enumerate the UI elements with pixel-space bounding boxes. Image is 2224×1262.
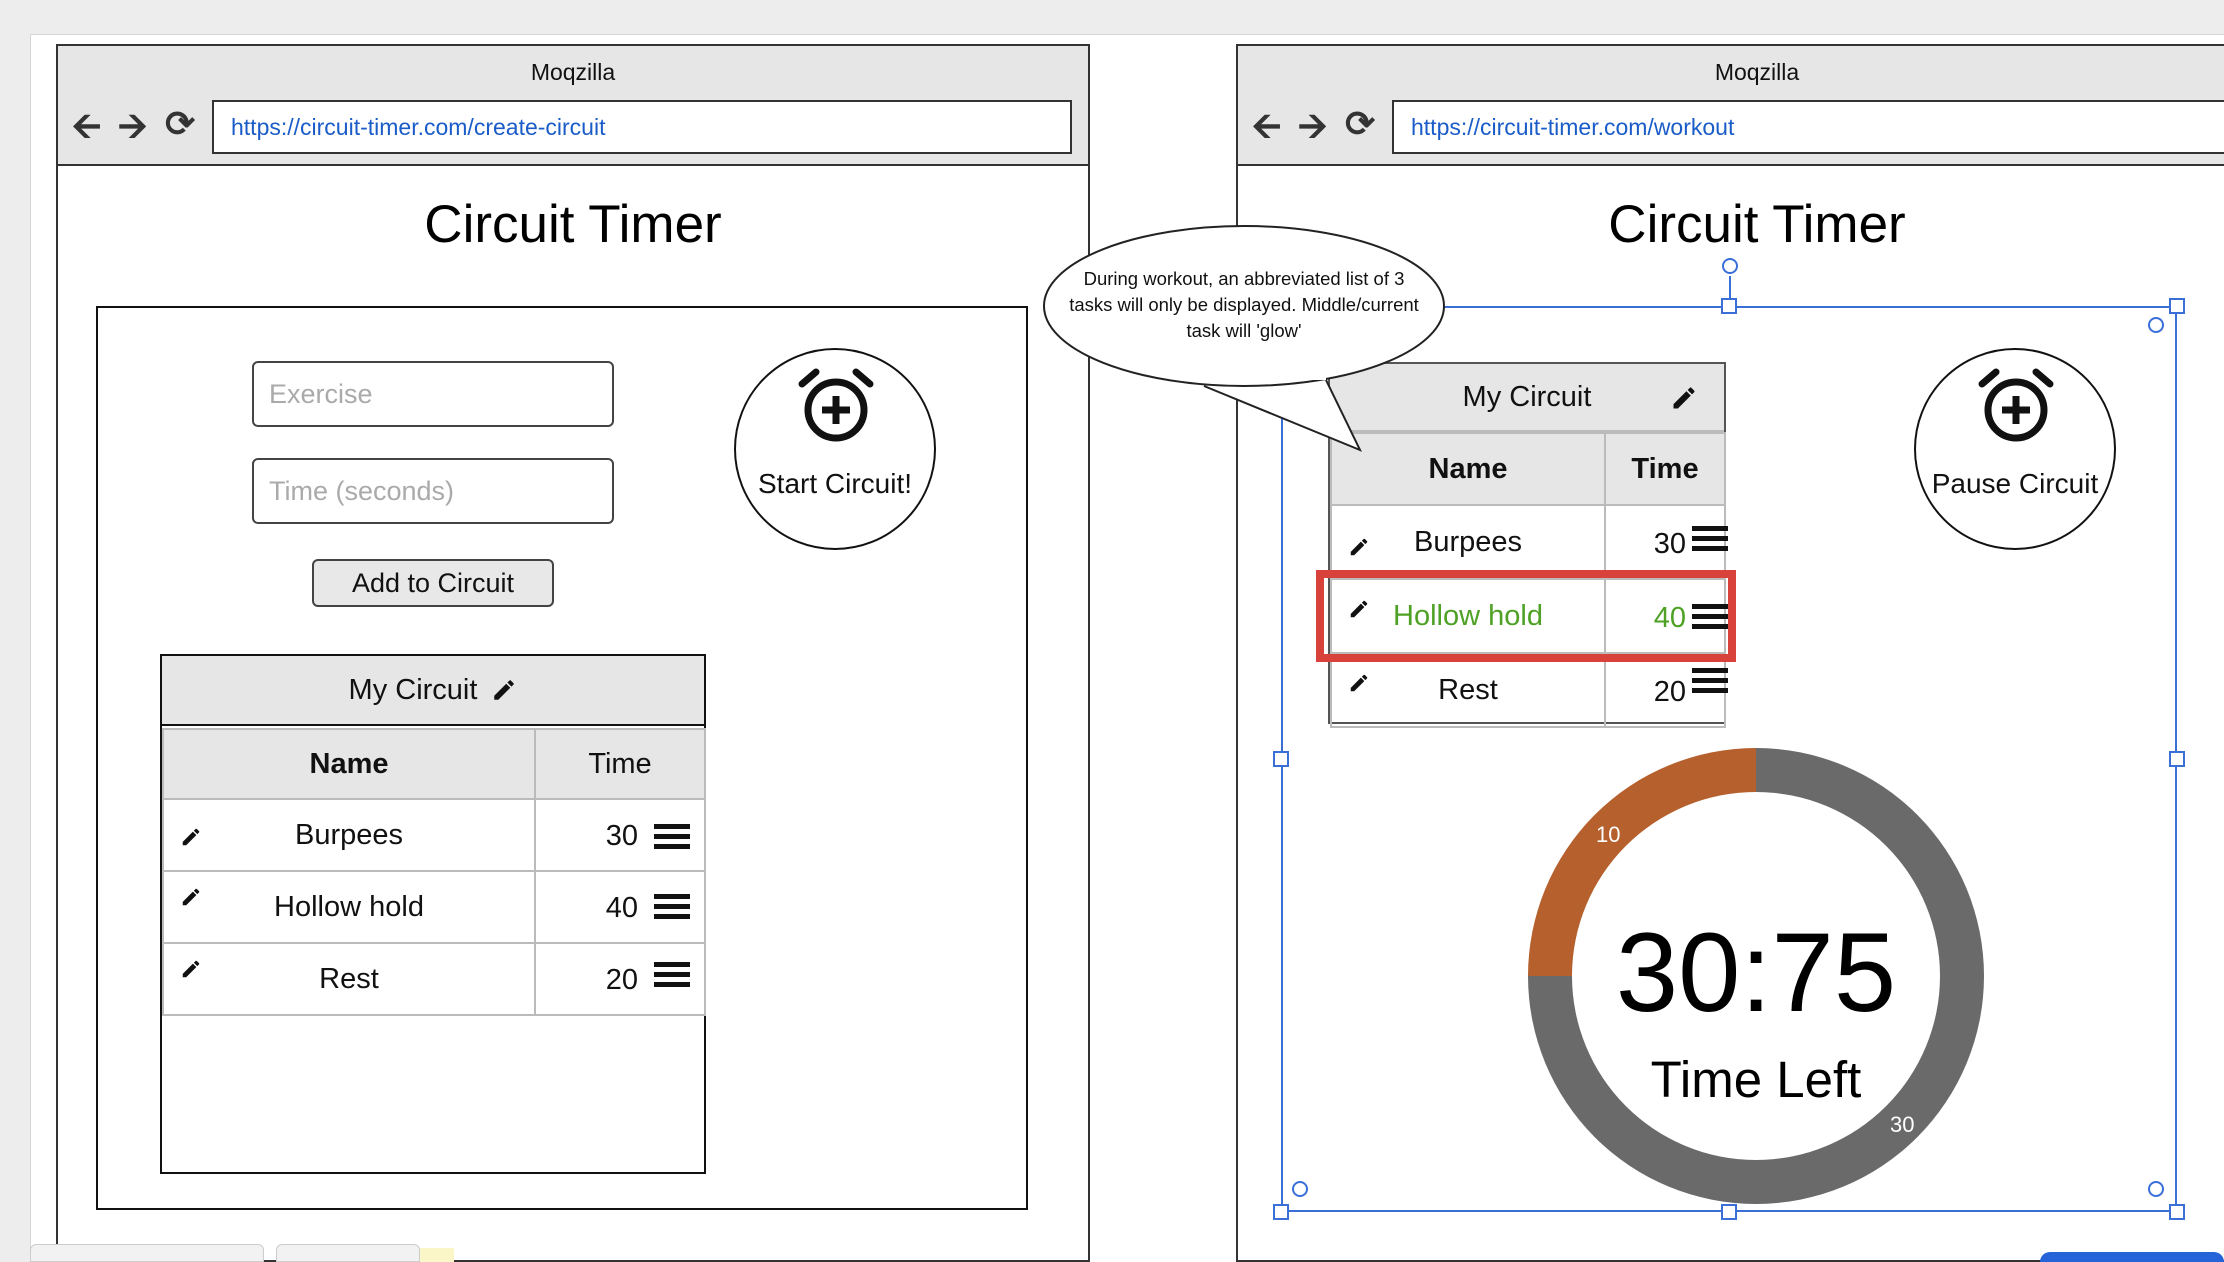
create-panel: Exercise Time (seconds) Add to Circuit S…: [96, 306, 1028, 1210]
app-title: Circuit Timer: [424, 195, 722, 254]
browser-titlebar: Moqzilla 🡨 🡪 ⟳ https://circuit-timer.com…: [1238, 46, 2224, 166]
table-row[interactable]: Rest 20: [162, 942, 706, 1016]
start-circuit-label: Start Circuit!: [757, 468, 913, 499]
row-time: 40: [605, 892, 638, 924]
table-row[interactable]: Burpees 30: [162, 798, 706, 872]
resize-handle-se[interactable]: [2169, 1204, 2185, 1220]
bottom-tab[interactable]: [276, 1244, 420, 1262]
circuit-table: My Circuit Name Time Burpees 30 Hollow h…: [160, 654, 706, 1174]
reload-icon[interactable]: ⟳: [1345, 106, 1375, 142]
row-name: Hollow hold: [274, 890, 424, 923]
row-time: 30: [605, 820, 638, 852]
corner-action-button[interactable]: [2040, 1252, 2224, 1262]
circuit-table-header: My Circuit: [162, 656, 704, 726]
table-row[interactable]: Hollow hold 40: [162, 870, 706, 944]
bottom-tab-accent: [420, 1248, 454, 1262]
circuit-table-grid: Name Time Burpees 30 Hollow hold 40 Rest…: [162, 728, 706, 1016]
bottom-tab[interactable]: [30, 1244, 264, 1262]
url-bar[interactable]: https://circuit-timer.com/create-circuit: [212, 100, 1072, 154]
forward-arrow-icon[interactable]: 🡪: [1298, 108, 1327, 144]
pencil-icon[interactable]: [180, 958, 202, 980]
back-arrow-icon[interactable]: 🡨: [72, 108, 101, 144]
pencil-icon[interactable]: [491, 677, 517, 703]
column-header-name: Name: [162, 728, 536, 800]
corner-radius-handle[interactable]: [2148, 317, 2164, 333]
pencil-icon[interactable]: [180, 886, 202, 908]
add-to-circuit-button[interactable]: Add to Circuit: [312, 559, 554, 607]
alarm-add-icon: [798, 368, 874, 442]
callout-bubble-shape: [1043, 225, 1445, 452]
circuit-table-title: My Circuit: [348, 673, 478, 706]
corner-radius-handle[interactable]: [1292, 1181, 1308, 1197]
pencil-icon[interactable]: [180, 826, 202, 848]
resize-handle-n[interactable]: [1721, 298, 1737, 314]
time-seconds-input[interactable]: Time (seconds): [252, 458, 614, 524]
drag-handle-icon[interactable]: [654, 962, 690, 988]
resize-handle-sw[interactable]: [1273, 1204, 1289, 1220]
window-title: Moqzilla: [530, 59, 616, 85]
browser-titlebar: Moqzilla 🡨 🡪 ⟳ https://circuit-timer.com…: [58, 46, 1088, 166]
corner-radius-handle[interactable]: [2148, 1181, 2164, 1197]
resize-handle-ne[interactable]: [2169, 298, 2185, 314]
browser-window-create: Moqzilla 🡨 🡪 ⟳ https://circuit-timer.com…: [56, 44, 1090, 1262]
exercise-input[interactable]: Exercise: [252, 361, 614, 427]
start-circuit-button[interactable]: Start Circuit!: [734, 348, 936, 550]
row-name: Rest: [319, 962, 379, 995]
resize-handle-w[interactable]: [1273, 751, 1289, 767]
window-title: Moqzilla: [1714, 59, 1800, 85]
rotation-handle[interactable]: [1722, 258, 1738, 274]
reload-icon[interactable]: ⟳: [165, 106, 195, 142]
drag-handle-icon[interactable]: [654, 824, 690, 850]
resize-handle-s[interactable]: [1721, 1204, 1737, 1220]
url-bar[interactable]: https://circuit-timer.com/workout: [1392, 100, 2224, 154]
row-name: Burpees: [294, 818, 403, 851]
row-time: 20: [605, 964, 638, 996]
drag-handle-icon[interactable]: [654, 894, 690, 920]
column-header-time: Time: [534, 728, 706, 800]
callout-text: During workout, an abbreviated list of 3…: [1069, 268, 1419, 341]
resize-handle-e[interactable]: [2169, 751, 2185, 767]
back-arrow-icon[interactable]: 🡨: [1252, 108, 1281, 144]
forward-arrow-icon[interactable]: 🡪: [118, 108, 147, 144]
